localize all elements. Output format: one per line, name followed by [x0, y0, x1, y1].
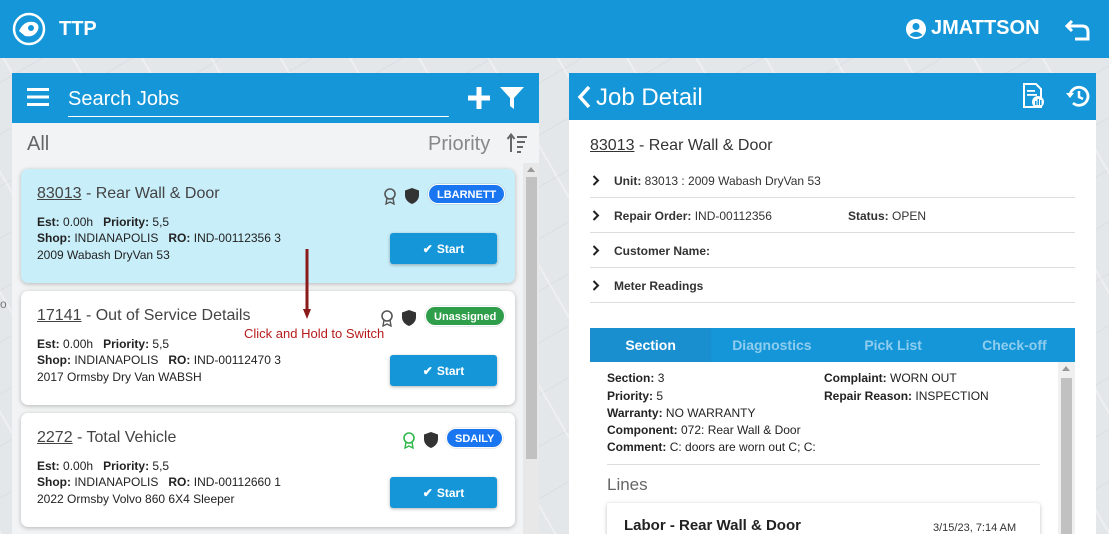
user-icon: [906, 18, 926, 39]
job-shop-ro: Shop: INDIANAPOLIS RO: IND-00112470 3: [37, 353, 281, 367]
award-icon: [403, 432, 415, 449]
start-button[interactable]: ✔ Start: [390, 477, 497, 508]
job-card[interactable]: 17141 - Out of Service Details Unassigne…: [21, 291, 515, 405]
tab-pick-list[interactable]: Pick List: [833, 328, 954, 362]
tab-diagnostics[interactable]: Diagnostics: [711, 328, 832, 362]
sort-label[interactable]: Priority: [428, 133, 490, 156]
section-complaint: Complaint: WORN OUT: [824, 371, 957, 385]
edge-mark: o: [0, 297, 7, 311]
sort-icon[interactable]: [506, 132, 528, 154]
assignee-badge[interactable]: Unassigned: [425, 306, 506, 326]
labor-line-date: 3/15/23, 7:14 AM: [933, 522, 1017, 534]
award-icon: [381, 310, 393, 327]
job-name: - Rear Wall & Door: [81, 185, 220, 202]
detail-tabs: Section Diagnostics Pick List Check-off: [590, 328, 1075, 362]
scroll-up-icon[interactable]: [527, 167, 535, 172]
start-button[interactable]: ✔ Start: [390, 233, 497, 264]
scroll-thumb[interactable]: [1061, 378, 1072, 534]
job-title: 17141 - Out of Service Details: [37, 307, 250, 325]
check-icon: ✔: [422, 485, 433, 500]
section-repair-reason: Repair Reason: INSPECTION: [824, 389, 989, 403]
lines-heading: Lines: [607, 475, 648, 494]
job-shop-ro: Shop: INDIANAPOLIS RO: IND-00112356 3: [37, 231, 281, 245]
check-icon: ✔: [422, 241, 433, 256]
shield-icon: [402, 310, 416, 326]
section-comment: Comment: C: doors are worn out C; C:: [607, 440, 816, 454]
repair-order-row[interactable]: Repair Order: IND-00112356 Status: OPEN: [590, 198, 1075, 233]
scroll-thumb[interactable]: [526, 177, 537, 459]
assignee-badge[interactable]: SDAILY: [446, 428, 504, 448]
job-detail-panel: Job Detail 83013 - Rear Wall & Door Unit…: [569, 73, 1096, 534]
divider: [607, 464, 1040, 465]
award-icon: [384, 188, 396, 205]
job-number-link[interactable]: 83013: [590, 137, 635, 154]
start-button[interactable]: ✔ Start: [390, 355, 497, 386]
job-vehicle: 2017 Ormsby Dry Van WABSH: [37, 370, 202, 384]
job-vehicle: 2022 Ormsby Volvo 860 6X4 Sleeper: [37, 492, 235, 506]
page-title: Job Detail: [596, 84, 703, 111]
job-detail-header: Job Detail: [569, 73, 1096, 120]
detail-job-title: 83013 - Rear Wall & Door: [590, 137, 773, 154]
section-warranty: Warranty: NO WARRANTY: [607, 406, 756, 420]
job-number[interactable]: 17141: [37, 307, 82, 324]
check-icon: ✔: [422, 363, 433, 378]
tab-check-off[interactable]: Check-off: [954, 328, 1075, 362]
section-priority: Priority: 5: [607, 389, 664, 403]
job-list-panel: All Priority 83013 - Rear Wall & Door LB…: [12, 73, 539, 534]
menu-icon[interactable]: [26, 86, 50, 108]
shield-icon: [405, 188, 419, 204]
section-number: Section: 3: [607, 371, 665, 385]
back-chevron-icon[interactable]: [577, 85, 593, 109]
job-vehicle: 2009 Wabash DryVan 53: [37, 248, 170, 262]
customer-row[interactable]: Customer Name:: [590, 233, 1075, 268]
section-component: Component: 072: Rear Wall & Door: [607, 423, 801, 437]
section-content: Section: 3 Priority: 5 Warranty: NO WARR…: [590, 362, 1075, 534]
add-icon[interactable]: [467, 86, 491, 110]
unit-row[interactable]: Unit: 83013 : 2009 Wabash DryVan 53: [590, 163, 1075, 198]
job-shop-ro: Shop: INDIANAPOLIS RO: IND-00112660 1: [37, 475, 281, 489]
top-bar: TTP JMATTSON: [0, 0, 1109, 58]
assignee-badge[interactable]: LBARNETT: [428, 184, 506, 204]
tab-section[interactable]: Section: [590, 328, 712, 362]
job-number[interactable]: 83013: [37, 185, 82, 202]
job-est-priority: Est: 0.00h Priority: 5,5: [37, 337, 170, 351]
job-name: - Out of Service Details: [81, 307, 251, 324]
labor-line-title: Labor - Rear Wall & Door: [624, 517, 801, 534]
job-number[interactable]: 2272: [37, 429, 73, 446]
chevron-right-icon: [592, 280, 600, 291]
filter-all[interactable]: All: [27, 133, 49, 156]
labor-line-card[interactable]: Labor - Rear Wall & Door 3/15/23, 7:14 A…: [607, 503, 1040, 534]
down-arrow-icon: [303, 249, 311, 319]
filter-icon[interactable]: [499, 85, 525, 111]
job-name: - Total Vehicle: [72, 429, 177, 446]
drag-hint: Click and Hold to Switch: [244, 326, 385, 341]
chevron-right-icon: [592, 210, 600, 221]
logo-icon: [12, 12, 46, 46]
report-icon[interactable]: [1020, 83, 1046, 109]
job-est-priority: Est: 0.00h Priority: 5,5: [37, 215, 170, 229]
list-filter-bar: All Priority: [12, 123, 539, 163]
shield-icon: [424, 432, 438, 448]
user-name: JMATTSON: [931, 17, 1040, 39]
user-menu[interactable]: JMATTSON: [905, 17, 1040, 40]
job-est-priority: Est: 0.00h Priority: 5,5: [37, 459, 170, 473]
logout-icon[interactable]: [1064, 15, 1092, 43]
job-title: 2272 - Total Vehicle: [37, 429, 176, 447]
app-title: TTP: [59, 18, 97, 40]
meter-readings-row[interactable]: Meter Readings: [590, 268, 1075, 303]
chevron-right-icon: [592, 245, 600, 256]
search-input[interactable]: [68, 83, 449, 117]
chevron-right-icon: [592, 175, 600, 186]
scroll-up-icon[interactable]: [1062, 366, 1070, 371]
job-list-header: [12, 73, 539, 123]
job-card[interactable]: 2272 - Total Vehicle SDAILY Est: 0.00h P…: [21, 413, 515, 527]
job-title: 83013 - Rear Wall & Door: [37, 185, 220, 203]
job-card[interactable]: 83013 - Rear Wall & Door LBARNETT Est: 0…: [21, 169, 515, 283]
history-icon[interactable]: [1065, 83, 1091, 109]
